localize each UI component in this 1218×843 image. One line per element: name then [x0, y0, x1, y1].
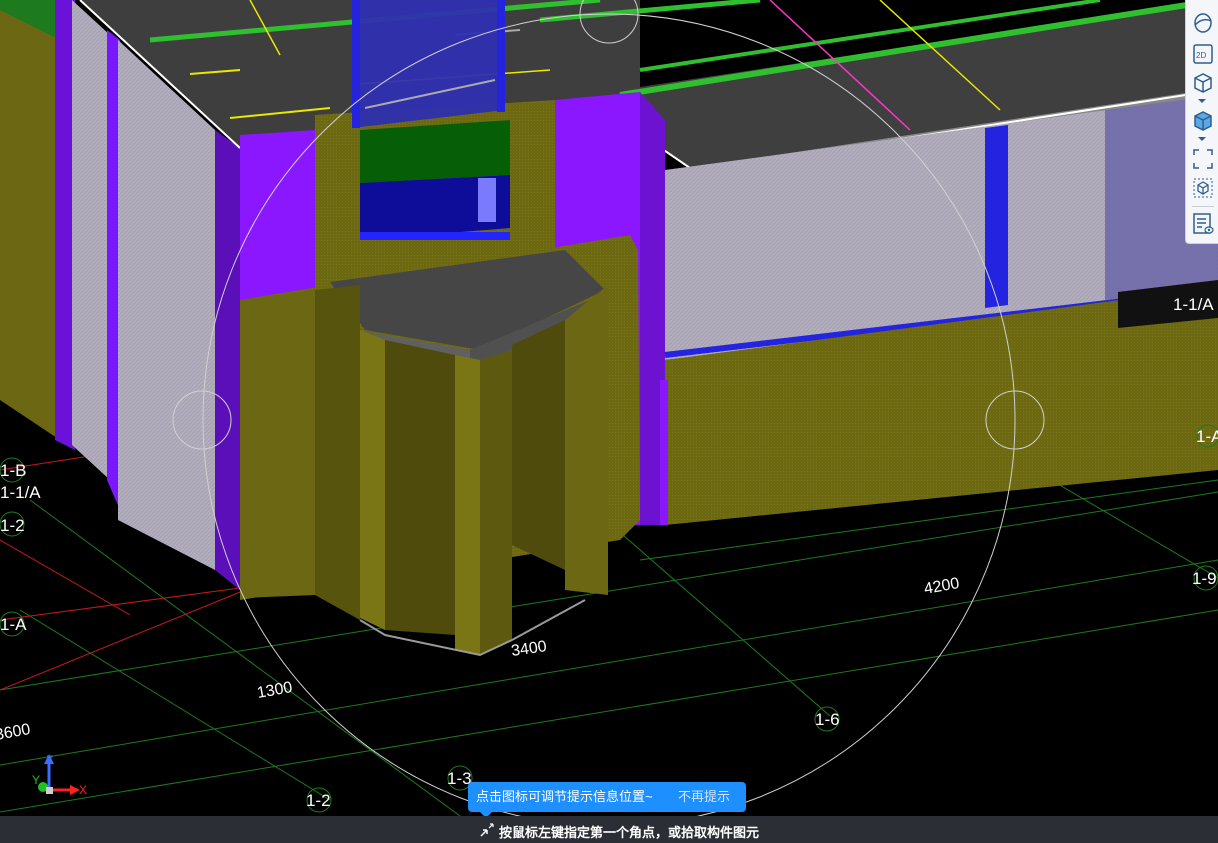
svg-text:2D: 2D [1196, 51, 1206, 60]
2d-view-icon[interactable]: 2D [1191, 42, 1215, 66]
dimension-1300: 1300 [256, 679, 294, 702]
svg-text:1-2: 1-2 [0, 516, 25, 535]
dimension-3600: 3600 [0, 721, 32, 744]
right-wall[interactable]: 1-1/A [664, 95, 1218, 525]
axis-marker-1-2-left: 1-2 [0, 511, 25, 537]
cursor-prompt-icon [480, 823, 494, 837]
axis-y-label: Y [32, 773, 40, 787]
svg-text:1-9: 1-9 [1192, 569, 1217, 588]
tip-bubble[interactable]: 点击图标可调节提示信息位置~ 不再提示 [468, 782, 746, 818]
svg-text:1-A: 1-A [0, 615, 27, 634]
axis-marker-1-9: 1-9 [1192, 565, 1218, 591]
tip-text[interactable]: 点击图标可调节提示信息位置~ [476, 782, 653, 812]
axis-marker-1-6: 1-6 [814, 706, 840, 732]
dimension-4200: 4200 [923, 575, 961, 598]
svg-text:1-A: 1-A [1196, 427, 1218, 446]
axis-marker-1-b: 1-B [0, 457, 26, 483]
svg-text:1-6: 1-6 [815, 710, 840, 729]
dynamic-observe-icon[interactable] [1191, 176, 1215, 200]
solid-cube-icon[interactable] [1191, 108, 1215, 132]
axis-marker-1-a: 1-A [0, 611, 27, 637]
dimension-3400: 3400 [510, 638, 548, 660]
axis-marker-1-2-bottom: 1-2 [306, 787, 332, 813]
axis-marker-1-a-right: 1-A [1196, 424, 1218, 448]
status-bar: 按鼠标左键指定第一个角点，或拾取构件图元 [0, 816, 1218, 843]
status-prompt-text: 按鼠标左键指定第一个角点，或拾取构件图元 [499, 825, 760, 840]
tip-dismiss-link[interactable]: 不再提示 [678, 782, 730, 812]
svg-text:1-2: 1-2 [306, 791, 331, 810]
fit-view-icon[interactable] [1191, 147, 1215, 171]
wireframe-cube-icon[interactable] [1191, 70, 1215, 94]
axis-label-1-1a: 1-1/A [0, 483, 41, 502]
axis-x-label: X [79, 783, 87, 797]
display-settings-icon[interactable] [1191, 212, 1215, 236]
model-scene[interactable]: 1-1/A 3400 1300 4200 3600 1-B 1-1/A 1-2 … [0, 0, 1218, 816]
view-toolbar: 2D [1185, 0, 1218, 244]
coordinate-triad: Z Y X [32, 753, 87, 797]
toolbar-separator [1192, 206, 1214, 207]
axis-label-1-1a-right: 1-1/A [1173, 295, 1214, 314]
svg-text:1-B: 1-B [0, 461, 26, 480]
solid-dropdown-icon[interactable] [1198, 137, 1206, 141]
rotate-view-icon[interactable] [1191, 11, 1215, 35]
3d-model-viewport[interactable]: 1-1/A 3400 1300 4200 3600 1-B 1-1/A 1-2 … [0, 0, 1218, 843]
entrance-canopy[interactable] [240, 235, 640, 657]
wireframe-dropdown-icon[interactable] [1198, 99, 1206, 103]
axis-z-label: Z [46, 753, 53, 767]
